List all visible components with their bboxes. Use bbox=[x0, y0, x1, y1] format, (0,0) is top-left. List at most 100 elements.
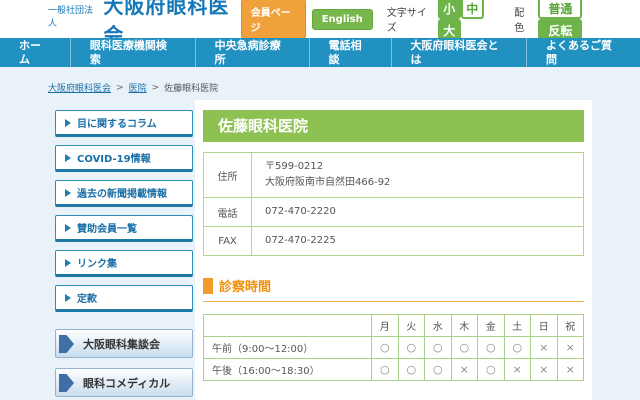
color-scheme-button-普通[interactable]: 普通 bbox=[538, 0, 582, 19]
sidebar-banner[interactable]: 眼科コメディカル bbox=[55, 368, 193, 397]
schedule-mark-cell: ○ bbox=[398, 337, 425, 359]
schedule-day-header: 土 bbox=[504, 315, 531, 337]
schedule-row-label: 午後（16:00～18:30） bbox=[204, 359, 372, 381]
schedule-day-header: 木 bbox=[451, 315, 478, 337]
nav-item[interactable]: 眼科医療機関検索 bbox=[70, 37, 195, 69]
sidebar-item[interactable]: 目に関するコラム bbox=[55, 110, 193, 137]
schedule-mark-cell: × bbox=[531, 337, 558, 359]
schedule-mark-cell: ○ bbox=[372, 359, 399, 381]
schedule-mark-cell: × bbox=[451, 359, 478, 381]
sidebar-item[interactable]: 定款 bbox=[55, 285, 193, 312]
info-value-line: 072-470-2225 bbox=[265, 233, 570, 249]
schedule-mark-cell: ○ bbox=[372, 337, 399, 359]
schedule-row: 午後（16:00～18:30）○○○×○××× bbox=[204, 359, 584, 381]
schedule-mark-cell: × bbox=[557, 359, 584, 381]
schedule-mark-cell: ○ bbox=[451, 337, 478, 359]
sidebar-item-label: COVID-19情報 bbox=[77, 150, 151, 165]
sidebar-item[interactable]: 賛助会員一覧 bbox=[55, 215, 193, 242]
nav-item[interactable]: 大阪府眼科医会とは bbox=[391, 37, 526, 69]
triangle-right-icon bbox=[65, 224, 71, 232]
sidebar-banner[interactable]: 大阪眼科集談会 bbox=[55, 329, 193, 358]
nav-item[interactable]: 中央急病診療所 bbox=[195, 37, 309, 69]
schedule-table: 月火水木金土日祝午前（9:00～12:00）○○○○○○××午後（16:00～1… bbox=[203, 314, 584, 381]
schedule-section: 診察時間 月火水木金土日祝午前（9:00～12:00）○○○○○○××午後（16… bbox=[203, 276, 584, 381]
schedule-mark-cell: × bbox=[531, 359, 558, 381]
triangle-right-icon bbox=[65, 119, 71, 127]
schedule-mark-cell: ○ bbox=[425, 359, 452, 381]
breadcrumb-current: 佐藤眼科医院 bbox=[164, 81, 218, 94]
sidebar-item-label: リンク集 bbox=[77, 255, 117, 270]
info-row: 住所〒599-0212大阪府阪南市自然田466-92 bbox=[204, 153, 584, 198]
schedule-header-empty-cell bbox=[204, 315, 372, 337]
member-page-button[interactable]: 会員ページ bbox=[241, 0, 306, 39]
sidebar-item[interactable]: 過去の新聞掲載情報 bbox=[55, 180, 193, 207]
schedule-header-row: 月火水木金土日祝 bbox=[204, 315, 584, 337]
orange-square-icon bbox=[203, 278, 213, 294]
top-header: 一般社団法人 大阪府眼科医会 会員ページ English 文字サイズ 小中大 配… bbox=[0, 0, 640, 38]
sidebar-links: 目に関するコラム COVID-19情報過去の新聞掲載情報賛助会員一覧リンク集定款 bbox=[55, 110, 193, 312]
schedule-day-header: 水 bbox=[425, 315, 452, 337]
info-row-label: 住所 bbox=[204, 153, 252, 198]
page: 一般社団法人 大阪府眼科医会 会員ページ English 文字サイズ 小中大 配… bbox=[0, 0, 640, 400]
sidebar-item-label: 賛助会員一覧 bbox=[77, 220, 137, 235]
info-value-line: 072-470-2220 bbox=[265, 204, 570, 220]
schedule-mark-cell: ○ bbox=[398, 359, 425, 381]
color-scheme-buttons: 普通反転 bbox=[538, 0, 618, 41]
main-content: 佐藤眼科医院 住所〒599-0212大阪府阪南市自然田466-92電話072-4… bbox=[195, 100, 592, 400]
triangle-right-icon bbox=[65, 259, 71, 267]
triangle-right-icon bbox=[65, 294, 71, 302]
nav-item[interactable]: ホーム bbox=[0, 37, 70, 69]
breadcrumb-link[interactable]: 大阪府眼科医会 bbox=[48, 81, 111, 94]
sidebar-banners: 大阪眼科集談会眼科コメディカル bbox=[55, 329, 193, 397]
info-row-value: 〒599-0212大阪府阪南市自然田466-92 bbox=[252, 153, 584, 198]
schedule-row: 午前（9:00～12:00）○○○○○○×× bbox=[204, 337, 584, 359]
schedule-row-label: 午前（9:00～12:00） bbox=[204, 337, 372, 359]
breadcrumb-separator: > bbox=[152, 83, 160, 93]
info-value-line: 〒599-0212 bbox=[265, 159, 570, 175]
clinic-info-table: 住所〒599-0212大阪府阪南市自然田466-92電話072-470-2220… bbox=[203, 152, 584, 256]
sidebar-banner-label: 大阪眼科集談会 bbox=[83, 336, 160, 352]
nav-item[interactable]: 電話相談 bbox=[309, 37, 391, 69]
font-size-buttons: 小中大 bbox=[438, 0, 500, 41]
schedule-mark-cell: × bbox=[504, 359, 531, 381]
schedule-mark-cell: ○ bbox=[425, 337, 452, 359]
font-size-button-小[interactable]: 小 bbox=[438, 0, 461, 19]
main-nav: ホーム眼科医療機関検索中央急病診療所電話相談大阪府眼科医会とはよくあるご質問 bbox=[0, 38, 640, 67]
info-row-value: 072-470-2220 bbox=[252, 198, 584, 227]
breadcrumb: 大阪府眼科医会>医院>佐藤眼科医院 bbox=[48, 81, 218, 94]
schedule-day-header: 金 bbox=[478, 315, 505, 337]
sidebar: 目に関するコラムCOVID-19情報過去の新聞掲載情報賛助会員一覧リンク集定款 … bbox=[55, 110, 193, 400]
info-row: FAX 072-470-2225 bbox=[204, 227, 584, 256]
color-scheme-label: 配色 bbox=[514, 4, 532, 34]
info-row-label: FAX bbox=[204, 227, 252, 256]
org-type-label: 一般社団法人 bbox=[48, 3, 98, 29]
breadcrumb-link[interactable]: 医院 bbox=[129, 81, 147, 94]
sidebar-item-label: 過去の新聞掲載情報 bbox=[77, 185, 167, 200]
schedule-day-header: 火 bbox=[398, 315, 425, 337]
sidebar-banner-label: 眼科コメディカル bbox=[83, 375, 170, 391]
sidebar-item-label: 目に関するコラム bbox=[77, 115, 157, 130]
schedule-mark-cell: ○ bbox=[478, 337, 505, 359]
arrow-right-icon bbox=[59, 335, 74, 353]
font-size-button-中[interactable]: 中 bbox=[461, 0, 484, 19]
font-size-label: 文字サイズ bbox=[387, 4, 432, 34]
sidebar-item[interactable]: COVID-19情報 bbox=[55, 145, 193, 172]
info-row-label: 電話 bbox=[204, 198, 252, 227]
schedule-day-header: 月 bbox=[372, 315, 399, 337]
info-value-line: 大阪府阪南市自然田466-92 bbox=[265, 175, 570, 191]
sidebar-item-label: 定款 bbox=[77, 290, 97, 305]
arrow-right-icon bbox=[59, 374, 74, 392]
info-row-value: 072-470-2225 bbox=[252, 227, 584, 256]
clinic-name-title: 佐藤眼科医院 bbox=[203, 110, 584, 142]
schedule-day-header: 祝 bbox=[557, 315, 584, 337]
nav-item[interactable]: よくあるご質問 bbox=[526, 37, 640, 69]
schedule-heading: 診察時間 bbox=[203, 276, 584, 302]
schedule-heading-text: 診察時間 bbox=[219, 276, 271, 295]
schedule-mark-cell: ○ bbox=[478, 359, 505, 381]
header-controls: 会員ページ English 文字サイズ 小中大 配色 普通反転 bbox=[241, 0, 618, 41]
sidebar-item[interactable]: リンク集 bbox=[55, 250, 193, 277]
english-button[interactable]: English bbox=[312, 9, 373, 30]
schedule-day-header: 日 bbox=[531, 315, 558, 337]
triangle-right-icon bbox=[65, 154, 71, 162]
schedule-mark-cell: ○ bbox=[504, 337, 531, 359]
